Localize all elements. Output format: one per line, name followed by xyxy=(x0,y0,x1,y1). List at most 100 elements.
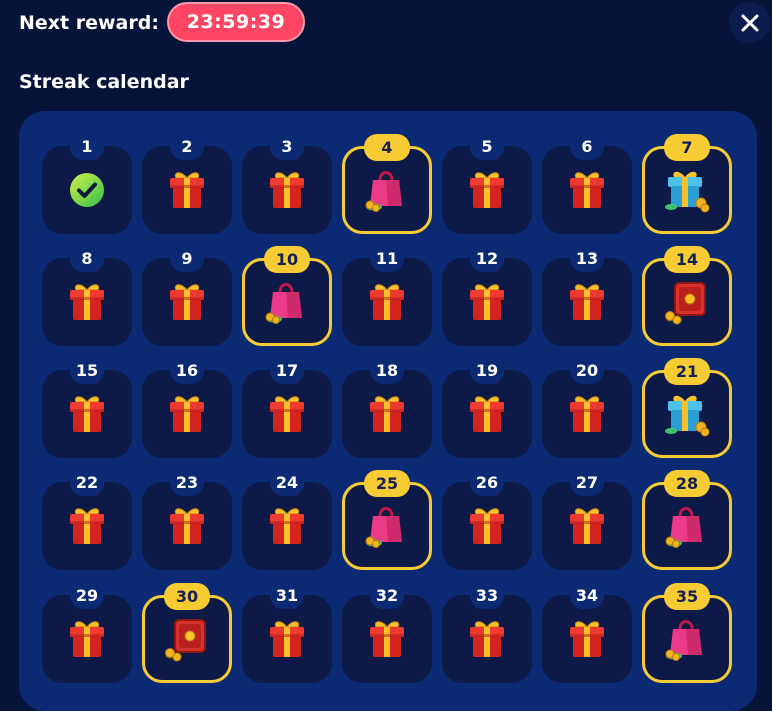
day-cell-5[interactable]: 5 xyxy=(442,134,532,234)
day-cell-13[interactable]: 13 xyxy=(542,246,632,346)
day-number: 25 xyxy=(364,470,410,497)
gift-icon xyxy=(65,392,109,440)
day-cell-24[interactable]: 24 xyxy=(242,470,332,570)
day-cell-4[interactable]: 4 xyxy=(342,134,432,234)
day-number: 18 xyxy=(370,358,404,384)
day-number: 6 xyxy=(570,134,604,160)
day-number: 31 xyxy=(270,583,304,609)
gift-icon xyxy=(65,280,109,328)
day-number: 29 xyxy=(70,583,104,609)
day-cell-21[interactable]: 21 xyxy=(642,358,732,458)
day-cell-33[interactable]: 33 xyxy=(442,583,532,683)
day-cell-20[interactable]: 20 xyxy=(542,358,632,458)
gift-icon xyxy=(465,504,509,552)
day-cell-31[interactable]: 31 xyxy=(242,583,332,683)
close-icon[interactable] xyxy=(740,13,760,33)
gift-icon xyxy=(365,392,409,440)
gift-icon xyxy=(565,504,609,552)
day-cell-16[interactable]: 16 xyxy=(142,358,232,458)
day-number: 27 xyxy=(570,470,604,496)
day-number: 8 xyxy=(70,246,104,272)
day-number: 16 xyxy=(170,358,204,384)
day-number: 21 xyxy=(664,358,710,385)
day-number: 4 xyxy=(364,134,410,161)
gift-icon xyxy=(265,392,309,440)
day-number: 19 xyxy=(470,358,504,384)
day-number: 5 xyxy=(470,134,504,160)
day-number: 20 xyxy=(570,358,604,384)
day-cell-28[interactable]: 28 xyxy=(642,470,732,570)
day-number: 11 xyxy=(370,246,404,272)
gift-icon xyxy=(265,168,309,216)
day-number: 1 xyxy=(70,134,104,160)
gift-icon xyxy=(565,168,609,216)
day-number: 14 xyxy=(664,246,710,273)
day-cell-22[interactable]: 22 xyxy=(42,470,132,570)
shopping-bag-icon xyxy=(364,166,410,218)
gift-icon xyxy=(365,280,409,328)
gift-icon xyxy=(465,392,509,440)
gift-icon xyxy=(165,504,209,552)
gift-icon xyxy=(465,168,509,216)
gift-icon xyxy=(165,168,209,216)
shopping-bag-icon xyxy=(264,278,310,330)
gift-icon xyxy=(465,617,509,665)
shopping-bag-icon xyxy=(664,615,710,667)
day-cell-8[interactable]: 8 xyxy=(42,246,132,346)
day-cell-10[interactable]: 10 xyxy=(242,246,332,346)
close-button[interactable] xyxy=(729,2,770,43)
gift-icon xyxy=(265,617,309,665)
shopping-bag-icon xyxy=(364,502,410,554)
next-reward-label: Next reward: xyxy=(19,12,159,34)
day-cell-27[interactable]: 27 xyxy=(542,470,632,570)
day-number: 24 xyxy=(270,470,304,496)
day-number: 9 xyxy=(170,246,204,272)
day-cell-34[interactable]: 34 xyxy=(542,583,632,683)
streak-calendar-grid: 1 2 3 4 5 6 7 8 9 10 11 12 13 14 15 16 1… xyxy=(19,111,757,711)
safe-icon xyxy=(663,279,711,329)
day-cell-2[interactable]: 2 xyxy=(142,134,232,234)
day-cell-14[interactable]: 14 xyxy=(642,246,732,346)
day-number: 33 xyxy=(470,583,504,609)
day-number: 26 xyxy=(470,470,504,496)
gift-icon xyxy=(565,392,609,440)
day-number: 34 xyxy=(570,583,604,609)
day-cell-30[interactable]: 30 xyxy=(142,583,232,683)
gift-icon xyxy=(165,280,209,328)
day-number: 17 xyxy=(270,358,304,384)
day-cell-11[interactable]: 11 xyxy=(342,246,432,346)
day-cell-17[interactable]: 17 xyxy=(242,358,332,458)
day-cell-35[interactable]: 35 xyxy=(642,583,732,683)
day-cell-25[interactable]: 25 xyxy=(342,470,432,570)
day-number: 12 xyxy=(470,246,504,272)
day-cell-1[interactable]: 1 xyxy=(42,134,132,234)
day-number: 23 xyxy=(170,470,204,496)
shopping-bag-icon xyxy=(664,502,710,554)
day-cell-9[interactable]: 9 xyxy=(142,246,232,346)
day-cell-23[interactable]: 23 xyxy=(142,470,232,570)
day-number: 28 xyxy=(664,470,710,497)
day-cell-7[interactable]: 7 xyxy=(642,134,732,234)
day-cell-3[interactable]: 3 xyxy=(242,134,332,234)
day-number: 32 xyxy=(370,583,404,609)
day-number: 15 xyxy=(70,358,104,384)
reward-timer: 23:59:39 xyxy=(167,2,305,42)
day-cell-12[interactable]: 12 xyxy=(442,246,532,346)
day-cell-19[interactable]: 19 xyxy=(442,358,532,458)
gift-icon xyxy=(65,504,109,552)
day-cell-18[interactable]: 18 xyxy=(342,358,432,458)
day-number: 3 xyxy=(270,134,304,160)
safe-icon xyxy=(163,616,211,666)
day-number: 2 xyxy=(170,134,204,160)
day-cell-6[interactable]: 6 xyxy=(542,134,632,234)
gift-icon xyxy=(265,504,309,552)
day-cell-32[interactable]: 32 xyxy=(342,583,432,683)
day-cell-26[interactable]: 26 xyxy=(442,470,532,570)
blue-gift-icon xyxy=(663,167,711,217)
section-title: Streak calendar xyxy=(19,71,189,93)
day-number: 13 xyxy=(570,246,604,272)
blue-gift-icon xyxy=(663,391,711,441)
day-cell-15[interactable]: 15 xyxy=(42,358,132,458)
day-number: 22 xyxy=(70,470,104,496)
day-cell-29[interactable]: 29 xyxy=(42,583,132,683)
